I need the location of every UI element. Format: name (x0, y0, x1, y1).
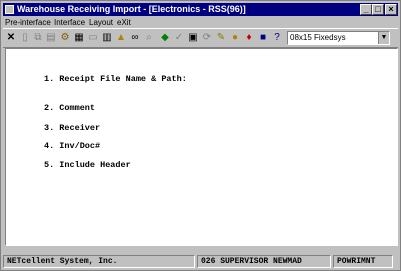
edit-icon[interactable]: ✎ (215, 31, 227, 44)
minimize-button[interactable]: _ (360, 4, 372, 15)
copy-icon[interactable]: ⧉ (32, 31, 44, 44)
chip-icon[interactable]: ● (229, 31, 241, 44)
window-title: Warehouse Receiving Import - [Electronic… (17, 4, 246, 14)
binoculars-icon[interactable]: ∞ (129, 31, 141, 44)
field-receiver: 3. Receiver (44, 123, 101, 133)
settings-icon[interactable]: ▦ (73, 31, 85, 44)
help-icon[interactable]: ? (271, 31, 283, 44)
status-company: NETcellent System, Inc. (3, 255, 195, 268)
toolbar: ✕ ▯ ⧉ ▤ ⚙ ▦ ▭ ▥ ▲ ∞ ⌕ ◆ ✓ ▣ ⟳ ✎ ● ♦ ■ ? … (3, 28, 398, 48)
blank-page-icon[interactable]: ▯ (19, 31, 31, 44)
help-book-icon[interactable]: ♦ (243, 31, 255, 44)
title-bar[interactable]: Warehouse Receiving Import - [Electronic… (3, 3, 398, 16)
status-user: 026 SUPERVISOR NEWMAD (197, 255, 331, 268)
save-icon[interactable]: ■ (257, 31, 269, 44)
magnifier-icon[interactable]: ⌕ (143, 31, 155, 44)
close-button[interactable]: × (385, 4, 397, 15)
maximize-button[interactable]: □ (372, 4, 384, 15)
paste-icon[interactable]: ▤ (45, 31, 57, 44)
field-receipt-file: 1. Receipt File Name & Path: (44, 74, 187, 84)
status-program: POWRIMNT (333, 255, 393, 268)
export-icon[interactable]: ✓ (173, 31, 185, 44)
clipboard-icon[interactable]: ◆ (159, 31, 171, 44)
application-window: Warehouse Receiving Import - [Electronic… (0, 0, 401, 271)
app-icon[interactable] (5, 5, 14, 14)
field-comment: 2. Comment (44, 103, 96, 113)
window-icon[interactable]: ▭ (87, 31, 99, 44)
refresh-icon[interactable]: ⟳ (201, 31, 213, 44)
warning-icon[interactable]: ▲ (115, 31, 127, 44)
font-select[interactable]: 08x15 Fixedsys ▼ (287, 31, 390, 45)
field-inv-doc: 4. Inv/Doc# (44, 141, 101, 151)
status-bar: NETcellent System, Inc. 026 SUPERVISOR N… (3, 255, 398, 268)
close-x-icon[interactable]: ✕ (5, 31, 17, 44)
font-select-value: 08x15 Fixedsys (290, 33, 346, 42)
chevron-down-icon[interactable]: ▼ (378, 32, 389, 44)
gear-icon[interactable]: ⚙ (59, 31, 71, 44)
calculator-icon[interactable]: ▣ (187, 31, 199, 44)
report-icon[interactable]: ▥ (101, 31, 113, 44)
terminal-screen[interactable]: 1. Receipt File Name & Path: 2. Comment … (5, 48, 398, 246)
field-include-header: 5. Include Header (44, 160, 131, 170)
